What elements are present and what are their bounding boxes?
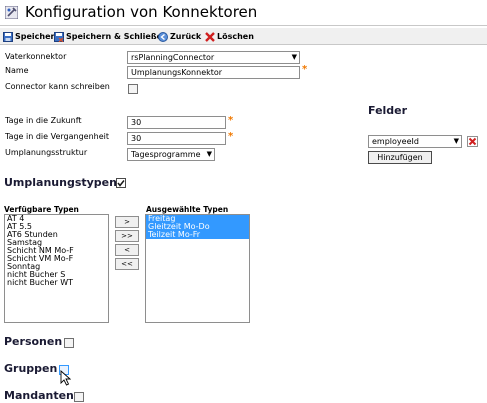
required-marker: * bbox=[302, 64, 308, 75]
available-types-list[interactable]: AT 4 AT 5.5 AT6 Stunden Samstag Schicht … bbox=[4, 214, 109, 323]
parent-connector-select[interactable]: rsPlanningConnector ▼ bbox=[127, 51, 300, 64]
mouse-cursor-icon bbox=[60, 370, 71, 386]
delete-x-icon bbox=[205, 31, 215, 42]
can-write-checkbox[interactable] bbox=[128, 84, 138, 94]
required-marker: * bbox=[228, 131, 234, 142]
chevron-down-icon: ▼ bbox=[291, 53, 297, 61]
chevron-down-icon: ▼ bbox=[206, 150, 212, 158]
parent-connector-value: rsPlanningConnector bbox=[131, 53, 215, 62]
fields-select[interactable]: employeeId ▼ bbox=[368, 135, 462, 148]
list-item[interactable]: nicht Bucher WT bbox=[5, 279, 108, 287]
save-button[interactable]: Speichern bbox=[3, 30, 60, 43]
add-field-button[interactable]: Hinzufügen bbox=[368, 151, 432, 164]
save-close-label: Speichern & Schließen bbox=[66, 32, 168, 41]
clients-heading: Mandanten bbox=[4, 389, 74, 402]
days-future-field[interactable]: 30 bbox=[127, 116, 226, 129]
delete-button[interactable]: Löschen bbox=[205, 30, 254, 43]
selected-types-label: Ausgewählte Typen bbox=[146, 205, 229, 214]
title-bar: Konfiguration von Konnektoren bbox=[0, 0, 487, 26]
days-past-label: Tage in die Vergangenheit bbox=[5, 132, 110, 141]
back-button[interactable]: Zurück bbox=[158, 30, 201, 43]
days-past-field[interactable]: 30 bbox=[127, 132, 226, 145]
move-all-left-button[interactable]: << bbox=[115, 258, 139, 270]
back-label: Zurück bbox=[170, 32, 202, 41]
clients-checkbox[interactable] bbox=[74, 392, 84, 402]
remove-field-icon[interactable] bbox=[467, 136, 478, 147]
name-label: Name bbox=[5, 66, 29, 75]
available-types-label: Verfügbare Typen bbox=[4, 205, 79, 214]
delete-label: Löschen bbox=[217, 32, 254, 41]
floppy-disk-icon bbox=[3, 31, 13, 42]
required-marker: * bbox=[228, 115, 234, 126]
types-heading: Umplanungstypen bbox=[4, 176, 117, 189]
structure-value: Tagesprogramme bbox=[131, 150, 201, 159]
types-checkbox[interactable] bbox=[116, 178, 126, 188]
move-all-right-button[interactable]: >> bbox=[115, 230, 139, 242]
move-left-button[interactable]: < bbox=[115, 244, 139, 256]
structure-select[interactable]: Tagesprogramme ▼ bbox=[127, 148, 215, 161]
groups-heading: Gruppen bbox=[4, 362, 58, 375]
list-item[interactable]: Teilzeit Mo-Fr bbox=[146, 231, 249, 239]
wrench-config-icon bbox=[5, 6, 18, 19]
back-arrow-icon bbox=[158, 31, 168, 42]
page-title: Konfiguration von Konnektoren bbox=[25, 3, 258, 21]
checkmark-icon bbox=[117, 180, 125, 187]
days-future-label: Tage in die Zukunft bbox=[5, 116, 82, 125]
move-right-button[interactable]: > bbox=[115, 216, 139, 228]
persons-checkbox[interactable] bbox=[64, 338, 74, 348]
name-field[interactable]: UmplanungsKonnektor bbox=[127, 66, 300, 79]
persons-heading: Personen bbox=[4, 335, 63, 348]
fields-heading: Felder bbox=[368, 104, 408, 117]
floppy-disk-close-icon bbox=[54, 31, 64, 42]
parent-connector-label: Vaterkonnektor bbox=[5, 52, 67, 61]
chevron-down-icon: ▼ bbox=[453, 137, 459, 145]
can-write-label: Connector kann schreiben bbox=[5, 82, 110, 91]
save-close-button[interactable]: Speichern & Schließen bbox=[54, 30, 168, 43]
toolbar: Speichern Speichern & Schließen Zurück L… bbox=[0, 28, 487, 45]
selected-types-list[interactable]: Freitag Gleitzeit Mo-Do Teilzeit Mo-Fr bbox=[145, 214, 250, 323]
fields-select-value: employeeId bbox=[372, 137, 419, 146]
structure-label: Umplanungsstruktur bbox=[5, 148, 88, 157]
